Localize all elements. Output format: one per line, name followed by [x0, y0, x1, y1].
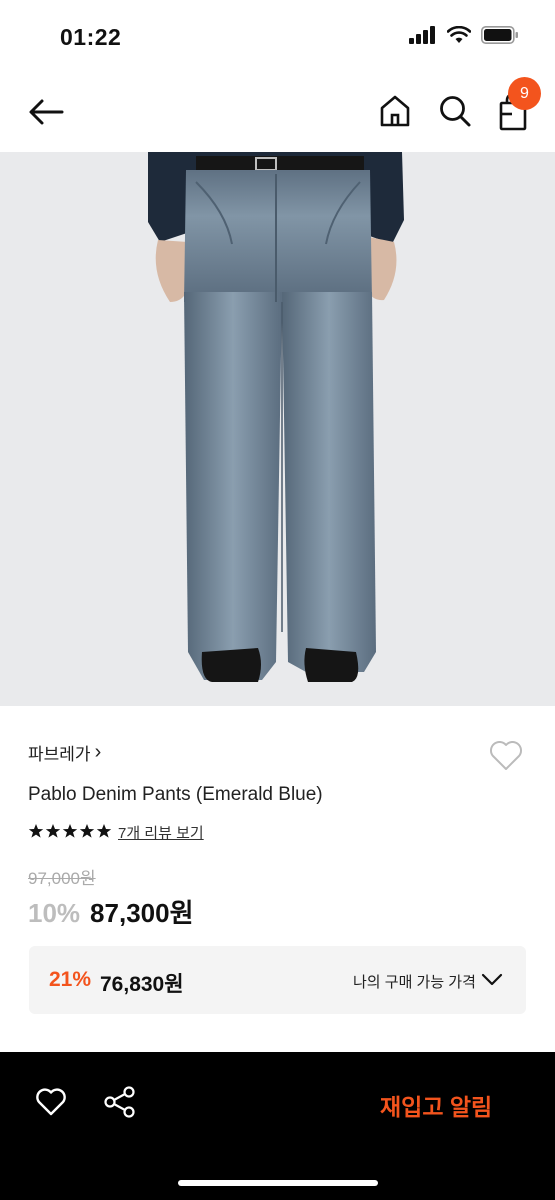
denim-pants-photo	[0, 152, 555, 706]
status-icons	[409, 26, 519, 44]
top-nav: 9	[0, 72, 555, 152]
search-icon[interactable]	[436, 92, 474, 130]
arrow-left-icon[interactable]	[26, 92, 66, 132]
home-icon[interactable]	[376, 92, 414, 130]
my-price-amount: 76,830원	[100, 973, 184, 996]
status-bar: 01:22	[0, 0, 555, 72]
brand-link[interactable]: 파브레가 ›	[28, 740, 101, 765]
rating-row: 7개 리뷰 보기	[28, 822, 204, 843]
battery-icon	[481, 26, 518, 44]
bottom-action-bar: 재입고 알림	[0, 1052, 555, 1200]
status-time: 01:22	[60, 24, 122, 50]
wifi-icon	[447, 26, 471, 43]
star-rating-icons	[28, 823, 112, 843]
home-indicator	[178, 1180, 378, 1186]
wishlist-heart-icon[interactable]	[486, 735, 526, 775]
stars-icon	[28, 823, 112, 838]
product-title: Pablo Denim Pants (Emerald Blue)	[28, 784, 323, 805]
original-price: 97,000원	[28, 869, 96, 888]
cart-count-badge: 9	[508, 77, 541, 110]
review-link[interactable]: 7개 리뷰 보기	[118, 822, 204, 843]
brand-name: 파브레가	[28, 745, 91, 764]
restock-alert-button[interactable]: 재입고 알림	[380, 1088, 492, 1122]
discount-rate: 10%	[28, 898, 81, 928]
chevron-right-icon: ›	[94, 741, 102, 763]
signal-icon	[409, 26, 435, 44]
sale-price: 87,300원	[90, 898, 194, 928]
my-price-label: 나의 구매 가능 가격	[353, 974, 476, 991]
product-image[interactable]	[0, 152, 555, 706]
heart-icon[interactable]	[34, 1086, 68, 1118]
my-discount-rate: 21%	[49, 968, 92, 991]
my-price-dropdown[interactable]: 21% 76,830원 나의 구매 가능 가격	[29, 946, 526, 1014]
share-icon[interactable]	[102, 1084, 138, 1120]
price-row: 10% 87,300원	[28, 893, 194, 930]
chevron-down-icon	[481, 973, 503, 986]
